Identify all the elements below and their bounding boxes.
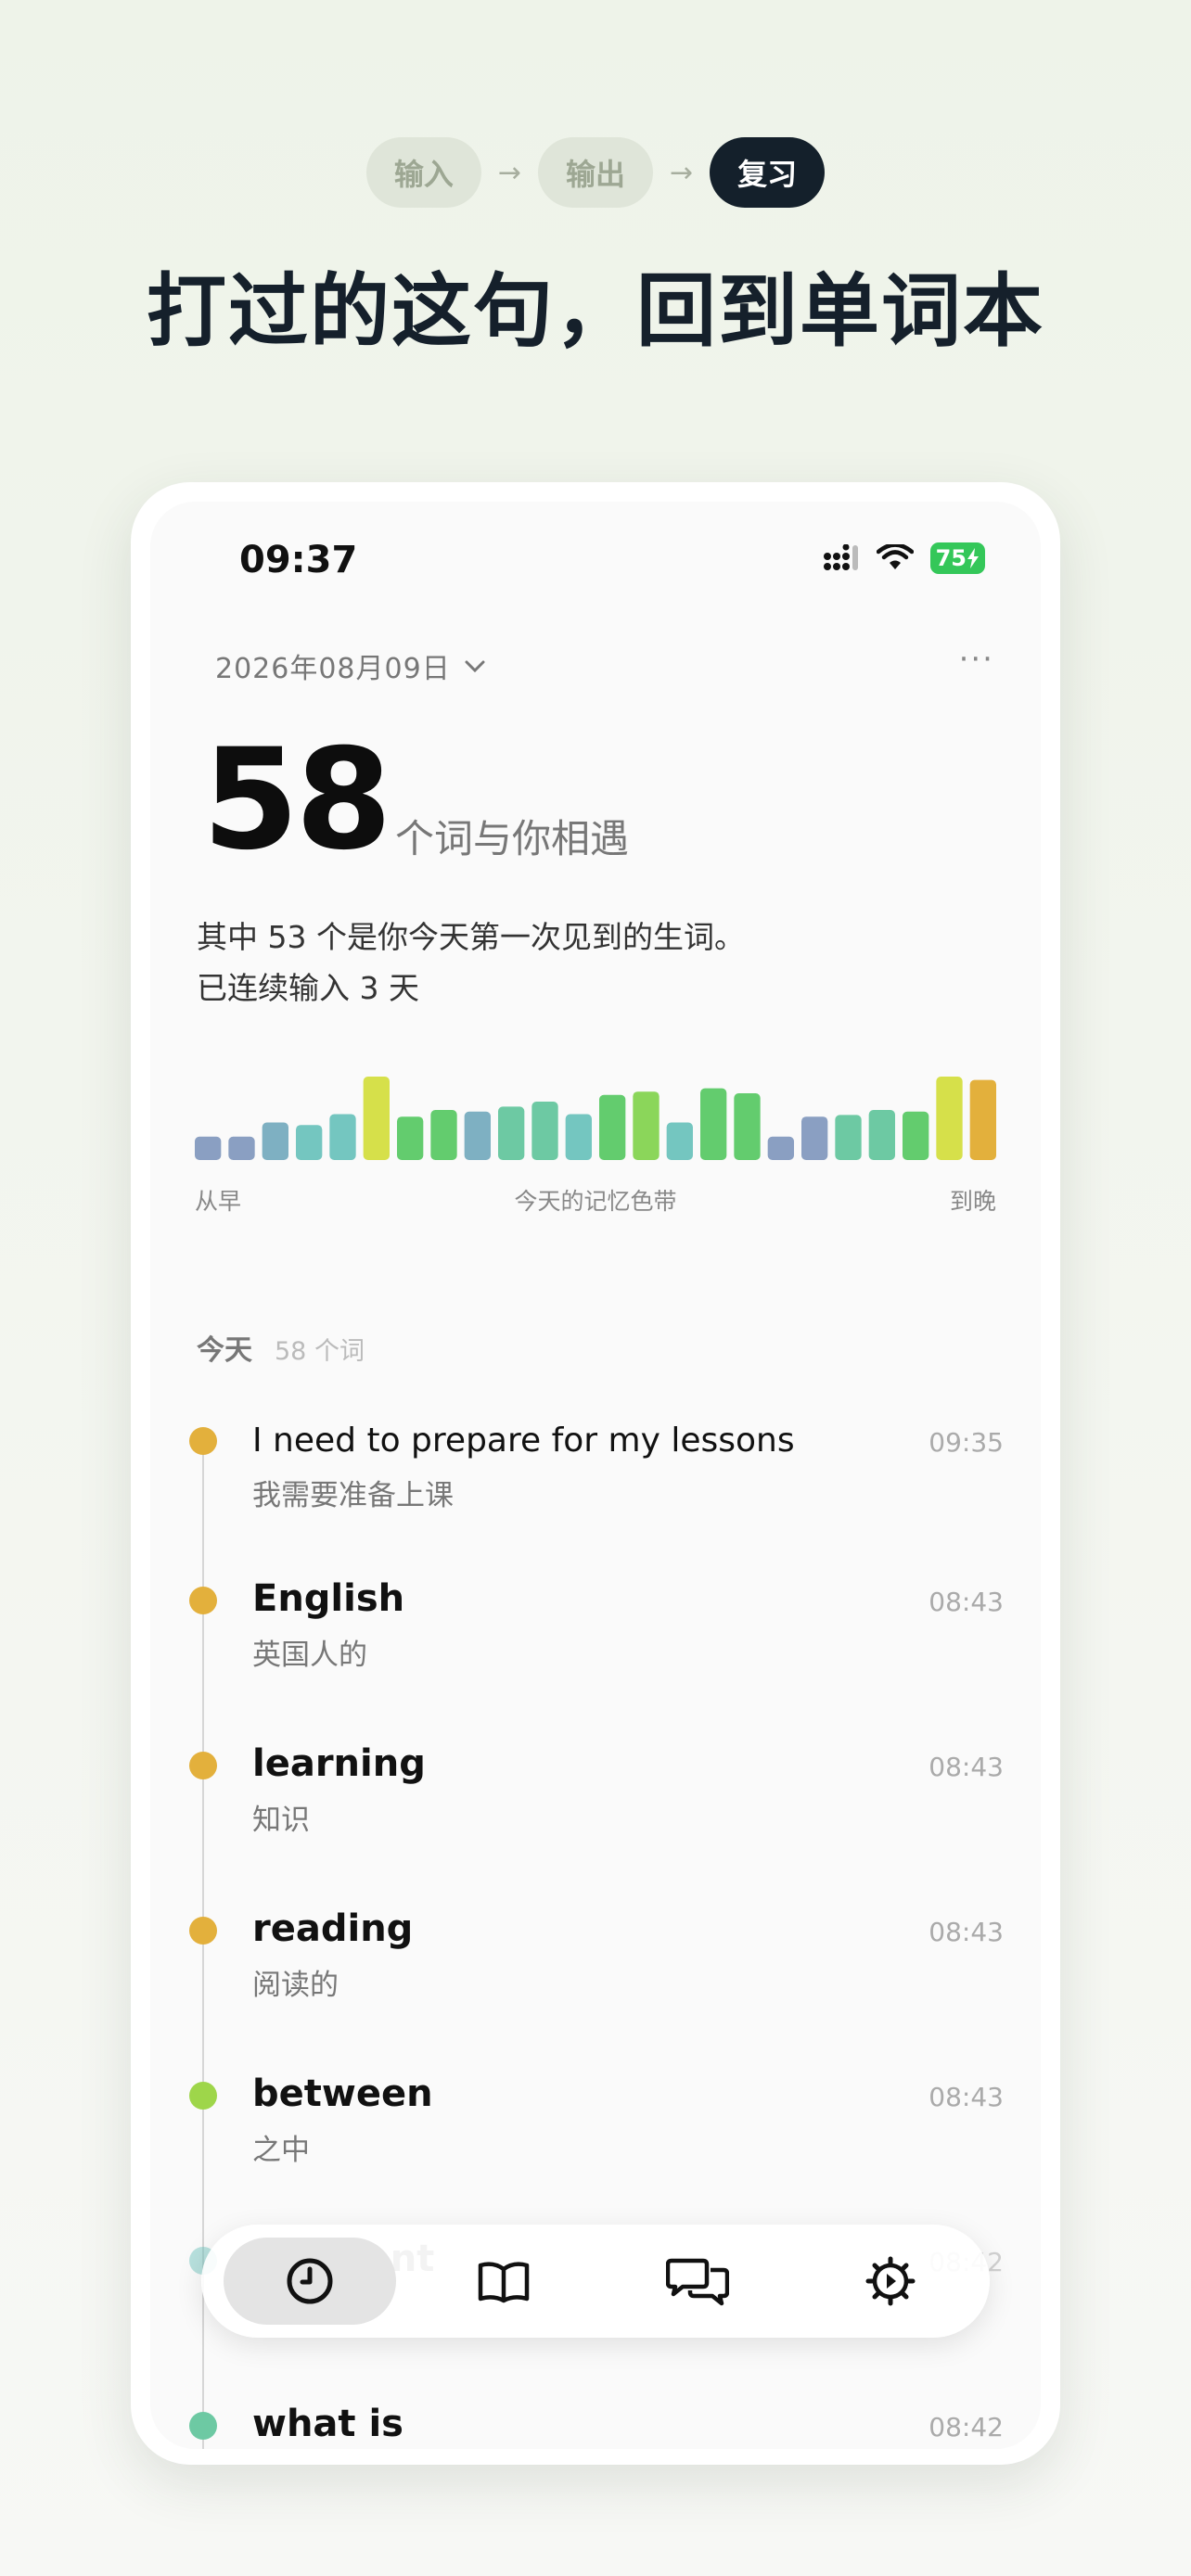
chat-bubbles-icon xyxy=(666,2258,729,2306)
step-review: 复习 xyxy=(710,137,826,208)
color-band-bar xyxy=(633,1091,660,1160)
summary-new-words: 其中 53 个是你今天第一次见到的生词。 xyxy=(197,919,745,955)
entry-word: English xyxy=(252,1577,405,1620)
timeline-dot xyxy=(189,1752,217,1779)
summary-streak: 已连续输入 3 天 xyxy=(197,970,419,1006)
timeline-dot xyxy=(189,2082,217,2110)
list-item[interactable]: reading 阅读的 08:43 xyxy=(150,1907,1041,2056)
status-bar: 09:37 75 xyxy=(150,539,1041,594)
today-section-header: 今天 58 个词 xyxy=(197,1327,365,1368)
arrow-right-icon: → xyxy=(670,156,694,189)
cellular-signal-icon xyxy=(823,544,858,570)
status-time: 09:37 xyxy=(239,539,358,581)
band-label-center: 今天的记忆色带 xyxy=(514,1188,677,1215)
color-band-bar xyxy=(903,1111,929,1160)
summary-text: 其中 53 个是你今天第一次见到的生词。 已连续输入 3 天 xyxy=(197,912,745,1014)
tab-wordbook[interactable] xyxy=(417,2238,590,2325)
list-item[interactable]: what is 08:42 xyxy=(150,2403,1041,2449)
arrow-right-icon: → xyxy=(497,156,521,189)
book-icon xyxy=(478,2262,530,2303)
band-label-end: 到晚 xyxy=(949,1188,996,1215)
tab-bar xyxy=(201,2225,990,2338)
color-band-bar xyxy=(329,1114,356,1160)
tab-settings[interactable] xyxy=(804,2238,977,2325)
color-band-bar xyxy=(969,1079,996,1160)
memory-color-band xyxy=(195,1077,996,1160)
tab-chat[interactable] xyxy=(611,2238,784,2325)
entry-meaning: 英国人的 xyxy=(252,1639,367,1672)
phone-screen: 09:37 75 2026年08月09日 ··· 58 个词与你相遇 其中 53… xyxy=(150,502,1041,2449)
step-input: 输入 xyxy=(365,137,481,208)
clock-icon xyxy=(287,2258,333,2304)
color-band-bar xyxy=(868,1110,895,1160)
color-band-bar xyxy=(835,1115,862,1160)
color-band-bar xyxy=(801,1116,828,1160)
battery-indicator: 75 xyxy=(929,542,985,574)
entry-word: I need to prepare for my lessons xyxy=(252,1422,795,1460)
entry-word: what is xyxy=(252,2403,403,2445)
color-band-bar xyxy=(296,1125,323,1160)
color-band-bar xyxy=(262,1122,288,1160)
entry-word: between xyxy=(252,2072,433,2115)
color-band-bar xyxy=(430,1110,457,1160)
gear-icon xyxy=(865,2256,916,2306)
color-band-bar xyxy=(228,1136,255,1160)
list-item[interactable]: I need to prepare for my lessons 我需要准备上课… xyxy=(150,1418,1041,1566)
chevron-down-icon xyxy=(465,660,485,673)
section-count: 58 个词 xyxy=(275,1337,365,1366)
entry-time: 08:42 xyxy=(928,2412,1004,2442)
list-item[interactable]: between 之中 08:43 xyxy=(150,2072,1041,2221)
section-title: 今天 xyxy=(197,1334,252,1367)
entry-time: 09:35 xyxy=(928,1427,1004,1458)
step-output: 输出 xyxy=(537,137,653,208)
entry-time: 08:43 xyxy=(928,2082,1004,2112)
color-band-bar xyxy=(498,1106,525,1160)
color-band-bar xyxy=(195,1136,222,1160)
entry-meaning: 阅读的 xyxy=(252,1969,339,2002)
color-band-bar xyxy=(767,1136,794,1160)
color-band-bar xyxy=(565,1114,592,1160)
date-label: 2026年08月09日 xyxy=(215,653,451,685)
entry-word: reading xyxy=(252,1907,414,1950)
timeline-dot xyxy=(189,2412,217,2440)
entry-meaning: 知识 xyxy=(252,1804,310,1837)
color-band-bar xyxy=(599,1094,626,1160)
list-item[interactable]: learning 知识 08:43 xyxy=(150,1742,1041,1891)
wifi-icon xyxy=(876,544,914,569)
tab-history[interactable] xyxy=(224,2238,396,2325)
color-band-bar xyxy=(666,1122,693,1160)
headline: 打过的这句，回到单词本 xyxy=(147,265,1044,358)
timeline-dot xyxy=(189,1587,217,1614)
battery-level: 75 xyxy=(935,545,967,571)
charging-bolt-icon xyxy=(967,548,979,568)
color-band-bar xyxy=(363,1077,390,1160)
entry-time: 08:43 xyxy=(928,1752,1004,1782)
color-band-bar xyxy=(464,1111,491,1160)
color-band-bar xyxy=(531,1102,558,1160)
list-item[interactable]: English 英国人的 08:43 xyxy=(150,1577,1041,1726)
entry-meaning: 之中 xyxy=(252,2134,310,2167)
color-band-bar xyxy=(936,1077,963,1160)
word-count: 58 xyxy=(202,720,392,881)
entry-time: 08:43 xyxy=(928,1587,1004,1617)
color-band-bar xyxy=(700,1088,727,1160)
word-count-label: 个词与你相遇 xyxy=(395,816,630,861)
date-selector[interactable]: 2026年08月09日 xyxy=(215,645,486,686)
color-band-bar xyxy=(734,1093,761,1160)
entry-word: learning xyxy=(252,1742,426,1785)
color-band-bar xyxy=(397,1116,424,1160)
timeline-dot xyxy=(189,1427,217,1455)
timeline-dot xyxy=(189,1917,217,1945)
more-dots-icon[interactable]: ··· xyxy=(959,641,994,678)
entry-meaning: 我需要准备上课 xyxy=(252,1479,454,1512)
entry-time: 08:43 xyxy=(928,1917,1004,1947)
flow-steps: 输入 → 输出 → 复习 xyxy=(0,137,1191,208)
